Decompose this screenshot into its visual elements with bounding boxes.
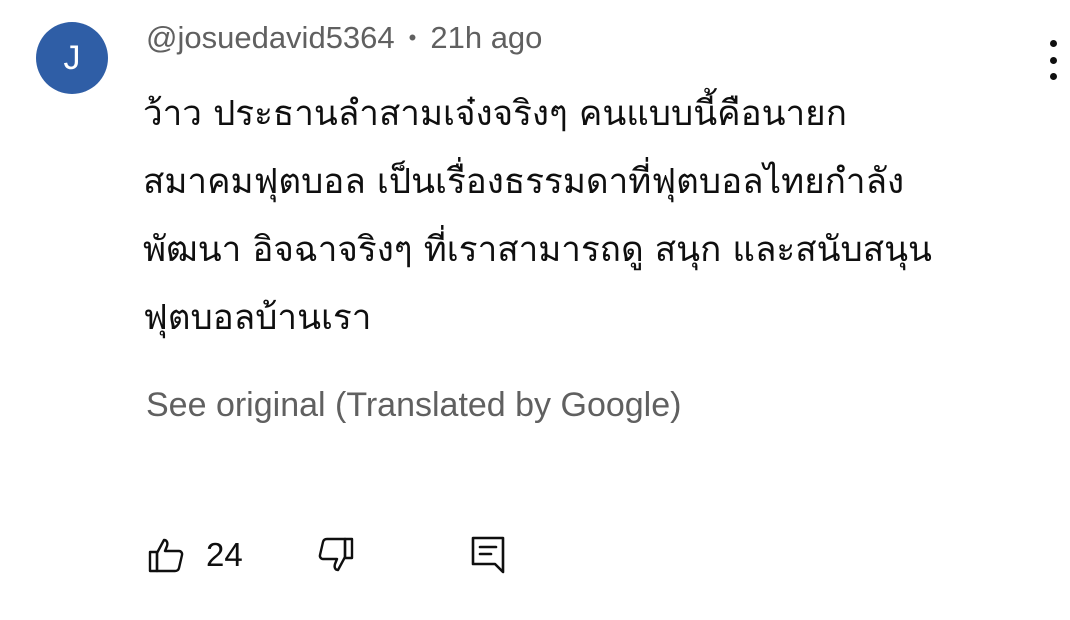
author-handle[interactable]: @josuedavid5364 [146, 20, 395, 56]
comment-text-line: สมาคมฟุตบอล เป็นเรื่องธรรมดาที่ฟุตบอลไทย… [143, 162, 905, 202]
comment-text: ว้าว ประธานลำสามเจ๋งจริงๆ คนแบบนี้คือนาย… [143, 80, 1043, 352]
like-button[interactable]: 24 [146, 532, 256, 578]
thumbs-down-icon [318, 537, 354, 572]
avatar-letter: J [63, 38, 81, 77]
more-vertical-icon [1049, 40, 1057, 47]
more-options-button[interactable] [1038, 40, 1068, 80]
see-original-link[interactable]: See original (Translated by Google) [146, 386, 681, 425]
like-count: 24 [206, 536, 243, 573]
comment-text-line: พัฒนา อิจฉาจริงๆ ที่เราสามารถดู สนุก และ… [143, 230, 932, 270]
comment-timestamp: 21h ago [430, 20, 543, 55]
comment-header: @josuedavid5364 • 21h ago [146, 20, 542, 56]
thumbs-up-icon [148, 538, 184, 573]
reply-comment-icon [471, 536, 505, 574]
comment-text-line: ฟุตบอลบ้านเรา [143, 298, 372, 338]
dislike-button[interactable] [316, 532, 360, 578]
reply-button[interactable] [468, 532, 512, 578]
meta-separator: • [408, 25, 417, 50]
avatar[interactable]: J [36, 22, 108, 94]
comment-text-line: ว้าว ประธานลำสามเจ๋งจริงๆ คนแบบนี้คือนาย… [143, 94, 847, 134]
